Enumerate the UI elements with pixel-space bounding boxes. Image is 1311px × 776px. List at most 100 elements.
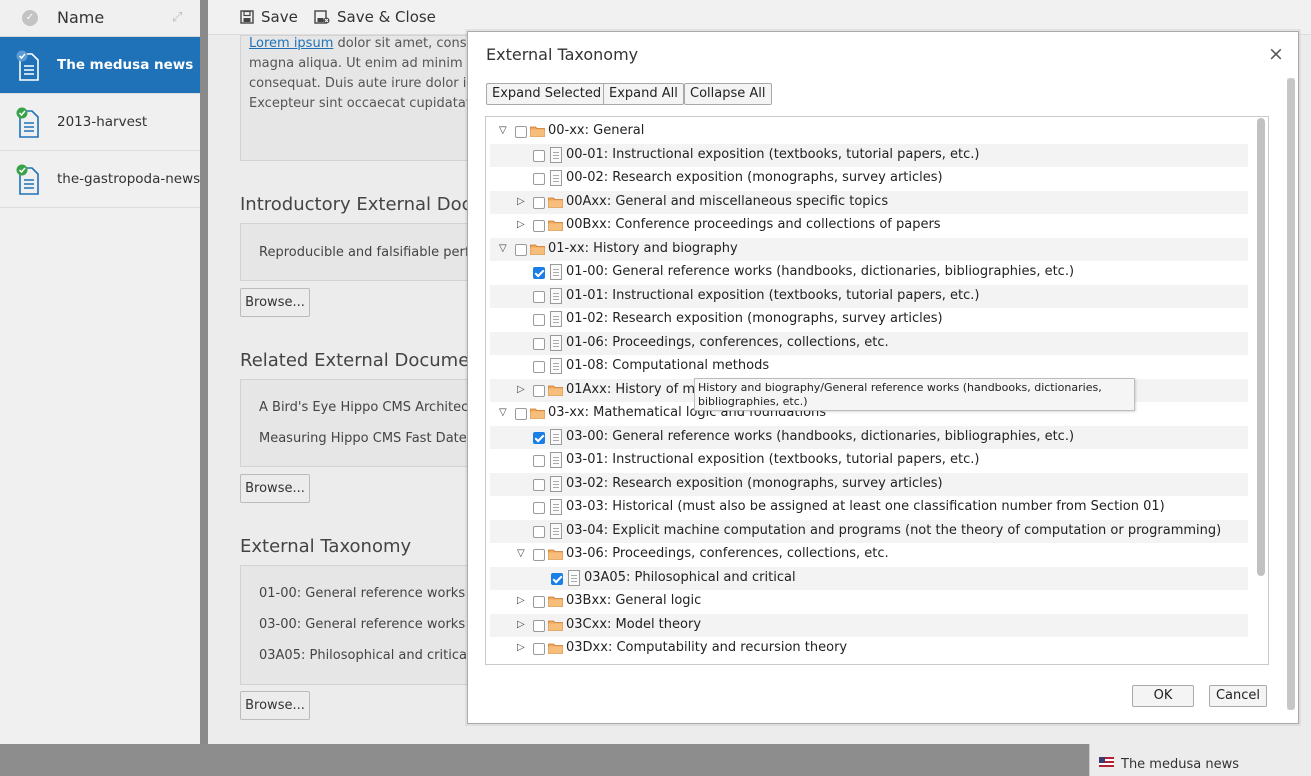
expand-toggle-icon[interactable]: ▷ — [517, 643, 527, 653]
document-icon — [550, 522, 562, 539]
tree-node[interactable]: 03-00: General reference works (handbook… — [490, 425, 1248, 449]
tree-node[interactable]: 00-02: Research exposition (monographs, … — [490, 167, 1248, 191]
tree-node[interactable]: 01-08: Computational methods — [490, 355, 1248, 379]
expand-toggle-icon[interactable]: ▷ — [517, 384, 527, 395]
document-list-item[interactable]: the-gastropoda-news — [0, 151, 200, 208]
tree-node-checkbox[interactable] — [533, 478, 545, 491]
expand-toggle-icon[interactable]: ▷ — [517, 196, 527, 207]
tree-node-checkbox[interactable] — [533, 337, 545, 350]
folder-icon — [530, 126, 545, 137]
document-icon — [550, 146, 562, 163]
tree-node-label: 03-01: Instructional exposition (textboo… — [566, 452, 980, 467]
tree-node-checkbox[interactable] — [533, 314, 545, 326]
select-all-check-icon[interactable]: ✓ — [22, 10, 38, 26]
tree-node[interactable]: 03-02: Research exposition (monographs, … — [490, 472, 1248, 496]
expand-panel-icon[interactable]: ⤢ — [172, 10, 182, 25]
tree-node[interactable]: ▽ 00-xx: General — [490, 120, 1248, 144]
document-list-item[interactable]: 2013-harvest — [0, 94, 200, 151]
close-icon[interactable]: × — [1268, 43, 1284, 65]
tree-node-checkbox[interactable] — [533, 525, 545, 538]
tree-node-checkbox[interactable] — [533, 290, 545, 303]
taxonomy-item: 03A05: Philosophical and critical — [259, 648, 471, 663]
tree-node-checkbox[interactable] — [515, 408, 527, 420]
tree-node[interactable]: ▷ 03Bxx: General logic — [490, 590, 1248, 614]
tree-node-checkbox[interactable] — [533, 455, 545, 467]
expand-all-button[interactable]: Expand All — [603, 83, 684, 105]
intro-doc-item[interactable]: Reproducible and falsifiable perfor — [259, 245, 483, 260]
collapse-toggle-icon[interactable]: ▽ — [499, 126, 509, 136]
tree-node[interactable]: 01-06: Proceedings, conferences, collect… — [490, 331, 1248, 355]
tree-node[interactable]: 03-01: Instructional exposition (textboo… — [490, 449, 1248, 473]
tree-node-checkbox[interactable] — [533, 361, 545, 373]
tree-node[interactable]: 03-04: Explicit machine computation and … — [490, 519, 1248, 543]
tree-node-checkbox[interactable] — [533, 643, 545, 655]
save-close-button[interactable]: Save & Close — [314, 8, 436, 26]
tree-node-checkbox[interactable] — [533, 619, 545, 632]
tree-node-label: 03-00: General reference works (handbook… — [566, 428, 1075, 444]
expand-toggle-icon[interactable]: ▷ — [517, 220, 527, 230]
tree-node-checkbox[interactable] — [533, 596, 545, 608]
tree-node[interactable]: ▷ 00Bxx: Conference proceedings and colle… — [490, 214, 1248, 238]
tree-node-label: 01-06: Proceedings, conferences, collect… — [566, 334, 889, 350]
tree-node[interactable]: 01-02: Research exposition (monographs, … — [490, 308, 1248, 332]
tree-node-checkbox[interactable] — [533, 502, 545, 514]
tree-node[interactable]: 03-03: Historical (must also be assigned… — [490, 496, 1248, 520]
tree-node-checkbox[interactable] — [533, 431, 545, 444]
related-browse-button[interactable]: Browse... — [240, 474, 310, 503]
ok-button[interactable]: OK — [1132, 685, 1194, 707]
tree-node-checkbox[interactable] — [515, 243, 527, 256]
name-column-header[interactable]: Name — [57, 8, 104, 27]
document-tab[interactable]: The medusa news — [1089, 744, 1311, 776]
tree-node[interactable]: ▷ 03Cxx: Model theory — [490, 613, 1248, 637]
taxonomy-item: 03-00: General reference works (h — [259, 617, 483, 632]
tree-node-checkbox[interactable] — [533, 149, 545, 162]
related-doc-item[interactable]: Measuring Hippo CMS Fast Date R — [259, 431, 480, 446]
related-docs-title: Related External Document — [240, 350, 488, 371]
taxonomy-browse-button[interactable]: Browse... — [240, 691, 310, 720]
tree-node[interactable]: 00-01: Instructional exposition (textboo… — [490, 143, 1248, 167]
folder-icon — [548, 220, 563, 231]
tree-scrollbar[interactable] — [1257, 118, 1265, 576]
expand-selected-button[interactable]: Expand Selected — [486, 83, 608, 105]
cancel-button[interactable]: Cancel — [1209, 685, 1267, 707]
collapse-all-button[interactable]: Collapse All — [684, 83, 772, 105]
related-doc-item[interactable]: A Bird's Eye Hippo CMS Architectu — [259, 400, 482, 415]
panel-divider[interactable] — [200, 0, 208, 744]
tree-node-checkbox[interactable] — [533, 549, 545, 561]
editor-toolbar: Save Save & Close — [208, 0, 1311, 35]
tree-node[interactable]: 01-00: General reference works (handbook… — [490, 261, 1248, 285]
folder-icon — [530, 408, 545, 419]
intro-browse-button[interactable]: Browse... — [240, 288, 310, 317]
tree-node-checkbox[interactable] — [533, 173, 545, 185]
document-list-label: The medusa news — [57, 57, 194, 73]
tree-node-label: 03Dxx: Computability and recursion theor… — [566, 640, 848, 655]
document-list-item[interactable]: The medusa news — [0, 37, 200, 94]
tree-node[interactable]: ▷ 00Axx: General and miscellaneous specif… — [490, 190, 1248, 214]
tree-node[interactable]: 01-01: Instructional exposition (textboo… — [490, 284, 1248, 308]
tree-node-label: 01-xx: History and biography — [548, 240, 738, 256]
tree-node-checkbox[interactable] — [533, 196, 545, 209]
tree-node-checkbox[interactable] — [533, 220, 545, 232]
tree-node[interactable]: ▽ 01-xx: History and biography — [490, 237, 1248, 261]
document-icon — [568, 569, 580, 586]
tree-node-checkbox[interactable] — [551, 572, 563, 585]
content-card: Lorem ipsum dolor sit amet, consec magna… — [240, 35, 491, 161]
dialog-scrollbar[interactable] — [1287, 78, 1295, 710]
folder-icon — [548, 197, 563, 208]
collapse-toggle-icon[interactable]: ▽ — [499, 243, 509, 254]
tree-node-checkbox[interactable] — [533, 267, 545, 279]
document-icon — [550, 170, 562, 186]
document-icon — [550, 452, 562, 468]
tree-node[interactable]: ▷ 03Dxx: Computability and recursion theo… — [490, 637, 1248, 661]
tree-node[interactable]: 03A05: Philosophical and critical — [490, 566, 1248, 590]
collapse-toggle-icon[interactable]: ▽ — [499, 408, 509, 418]
collapse-toggle-icon[interactable]: ▽ — [517, 549, 527, 559]
tree-node-checkbox[interactable] — [515, 126, 527, 138]
expand-toggle-icon[interactable]: ▷ — [517, 619, 527, 630]
save-button[interactable]: Save — [240, 8, 298, 26]
tree-node-checkbox[interactable] — [533, 384, 545, 397]
expand-toggle-icon[interactable]: ▷ — [517, 596, 527, 606]
document-icon — [550, 428, 562, 445]
lorem-ipsum-link[interactable]: Lorem ipsum — [249, 36, 333, 51]
tree-node[interactable]: ▽ 03-06: Proceedings, conferences, collec… — [490, 543, 1248, 567]
